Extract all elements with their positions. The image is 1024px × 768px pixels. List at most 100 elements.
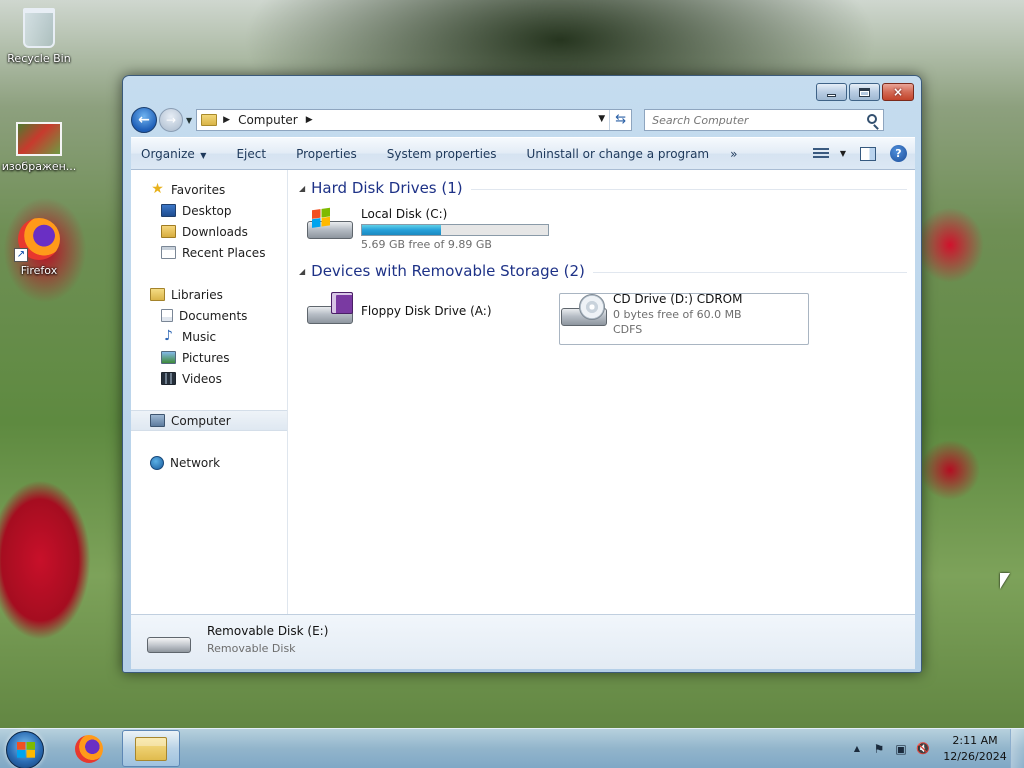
taskbar-firefox-button[interactable] xyxy=(60,730,118,767)
navigation-bar: ← → ▼ ▶ Computer ▶ ▼ ⇆ xyxy=(131,106,915,134)
chevron-down-icon: ▼ xyxy=(197,150,207,160)
explorer-window: × ← → ▼ ▶ Computer ▶ ▼ ⇆ Organize ▼ Ejec… xyxy=(122,75,922,673)
image-file-icon xyxy=(16,122,62,156)
nav-item-recent-places[interactable]: Recent Places xyxy=(131,242,287,263)
uninstall-program-button[interactable]: Uninstall or change a program xyxy=(512,147,725,161)
mouse-cursor xyxy=(1000,573,1010,589)
windows-logo-icon xyxy=(17,742,35,758)
breadcrumb-separator-icon[interactable]: ▶ xyxy=(223,115,230,125)
desktop-icon xyxy=(161,204,176,217)
search-input[interactable] xyxy=(645,110,856,130)
address-bar[interactable]: ▶ Computer ▶ ▼ ⇆ xyxy=(196,109,633,131)
help-icon[interactable]: ? xyxy=(890,145,907,162)
properties-button[interactable]: Properties xyxy=(281,147,372,161)
command-bar: Organize ▼ Eject Properties System prope… xyxy=(131,137,915,170)
drive-free-space: 0 bytes free of 60.0 MB xyxy=(613,308,742,321)
taskbar: ▲ ⚑ ▣ 🔇 2:11 AM 12/26/2024 xyxy=(0,728,1024,768)
volume-muted-icon[interactable]: 🔇 xyxy=(916,742,930,756)
network-tray-icon[interactable]: ▣ xyxy=(894,742,908,756)
breadcrumb-separator-icon[interactable]: ▶ xyxy=(306,115,313,125)
nav-item-videos[interactable]: Videos xyxy=(131,368,287,389)
hard-disk-icon xyxy=(307,207,355,241)
nav-item-computer[interactable]: Computer xyxy=(131,410,287,431)
navigation-pane: ★ Favorites Desktop Downloads Recent Plac… xyxy=(131,170,288,614)
documents-icon xyxy=(161,309,173,322)
nav-label: Documents xyxy=(179,308,248,323)
details-item-name: Removable Disk (E:) xyxy=(207,624,329,638)
removable-disk-icon xyxy=(147,637,191,653)
content-area: ★ Favorites Desktop Downloads Recent Plac… xyxy=(131,170,915,614)
recent-places-icon xyxy=(161,246,176,259)
computer-folder-icon xyxy=(201,114,218,126)
eject-button[interactable]: Eject xyxy=(221,147,281,161)
drive-cd-d-content[interactable]: CD Drive (D:) CDROM 0 bytes free of 60.0… xyxy=(561,292,742,336)
preview-pane-icon[interactable] xyxy=(860,146,876,161)
close-button[interactable]: × xyxy=(882,83,914,101)
desktop-icon-firefox[interactable]: ↗ Firefox xyxy=(1,218,77,277)
action-center-flag-icon[interactable]: ⚑ xyxy=(872,742,886,756)
breadcrumb-computer[interactable]: Computer xyxy=(238,113,298,127)
recycle-bin-icon xyxy=(23,8,55,48)
nav-item-favorites[interactable]: ★ Favorites xyxy=(131,179,287,200)
refresh-button[interactable]: ⇆ xyxy=(609,110,631,130)
toolbar-right: ▼ ? xyxy=(812,145,915,162)
collapse-triangle-icon: ◢ xyxy=(299,266,306,276)
more-commands-button[interactable]: » xyxy=(724,147,745,161)
music-icon: ♪ xyxy=(164,328,173,344)
group-header-hard-disk-drives[interactable]: ◢ Hard Disk Drives (1) xyxy=(299,179,907,197)
nav-item-downloads[interactable]: Downloads xyxy=(131,221,287,242)
firefox-icon xyxy=(75,734,103,763)
drive-name: Floppy Disk Drive (A:) xyxy=(361,304,492,318)
taskbar-explorer-button[interactable] xyxy=(122,730,180,767)
maximize-icon xyxy=(859,87,870,97)
desktop-icon-recycle-bin[interactable]: Recycle Bin xyxy=(1,8,77,65)
maximize-button[interactable] xyxy=(849,83,880,101)
drive-floppy-a[interactable]: Floppy Disk Drive (A:) xyxy=(307,292,492,326)
nav-item-documents[interactable]: Documents xyxy=(131,305,287,326)
search-icon[interactable] xyxy=(867,114,878,124)
start-button[interactable] xyxy=(6,731,44,768)
desktop-icon-label: Firefox xyxy=(20,264,58,277)
clock[interactable]: 2:11 AM 12/26/2024 xyxy=(940,733,1010,765)
group-divider xyxy=(470,189,907,190)
group-header-removable-storage[interactable]: ◢ Devices with Removable Storage (2) xyxy=(299,262,907,280)
nav-item-network[interactable]: Network xyxy=(131,452,287,473)
organize-button[interactable]: Organize ▼ xyxy=(131,147,221,161)
nav-item-libraries[interactable]: Libraries xyxy=(131,284,287,305)
nav-label: Pictures xyxy=(182,350,230,365)
show-desktop-button[interactable] xyxy=(1010,729,1024,768)
change-view-button[interactable]: ▼ xyxy=(812,147,846,160)
libraries-icon xyxy=(150,288,165,301)
views-icon xyxy=(812,147,829,160)
forward-button[interactable]: → xyxy=(159,108,183,132)
details-pane: Removable Disk (E:) Removable Disk xyxy=(131,614,915,669)
caption-buttons: × xyxy=(816,83,914,101)
star-icon: ★ xyxy=(151,181,164,197)
desktop-icon-image-file[interactable]: изображен... xyxy=(1,122,77,173)
disk-usage-fill xyxy=(362,225,442,235)
organize-label: Organize xyxy=(141,146,195,161)
firefox-icon: ↗ xyxy=(14,218,60,262)
nav-label: Downloads xyxy=(182,224,248,239)
minimize-button[interactable] xyxy=(816,83,847,101)
search-box xyxy=(644,109,885,131)
clock-time: 2:11 AM xyxy=(952,734,998,747)
group-divider xyxy=(592,272,907,273)
address-dropdown-icon[interactable]: ▼ xyxy=(598,114,605,124)
nav-item-pictures[interactable]: Pictures xyxy=(131,347,287,368)
recent-pages-dropdown[interactable]: ▼ xyxy=(186,116,192,125)
system-properties-button[interactable]: System properties xyxy=(372,147,512,161)
nav-item-music[interactable]: ♪ Music xyxy=(131,326,287,347)
collapse-triangle-icon: ◢ xyxy=(299,183,306,193)
desktop-icon-label: Recycle Bin xyxy=(7,52,71,65)
show-hidden-icons-button[interactable]: ▲ xyxy=(850,742,864,756)
drive-local-disk-c[interactable]: Local Disk (C:) 5.69 GB free of 9.89 GB xyxy=(307,207,549,251)
nav-item-desktop[interactable]: Desktop xyxy=(131,200,287,221)
back-button[interactable]: ← xyxy=(131,107,157,133)
nav-label: Libraries xyxy=(171,287,223,302)
nav-label: Recent Places xyxy=(182,245,266,260)
drive-free-space: 5.69 GB free of 9.89 GB xyxy=(361,238,492,251)
chevron-down-icon: ▼ xyxy=(839,149,846,158)
drive-file-system: CDFS xyxy=(613,323,643,336)
nav-label: Favorites xyxy=(171,182,226,197)
